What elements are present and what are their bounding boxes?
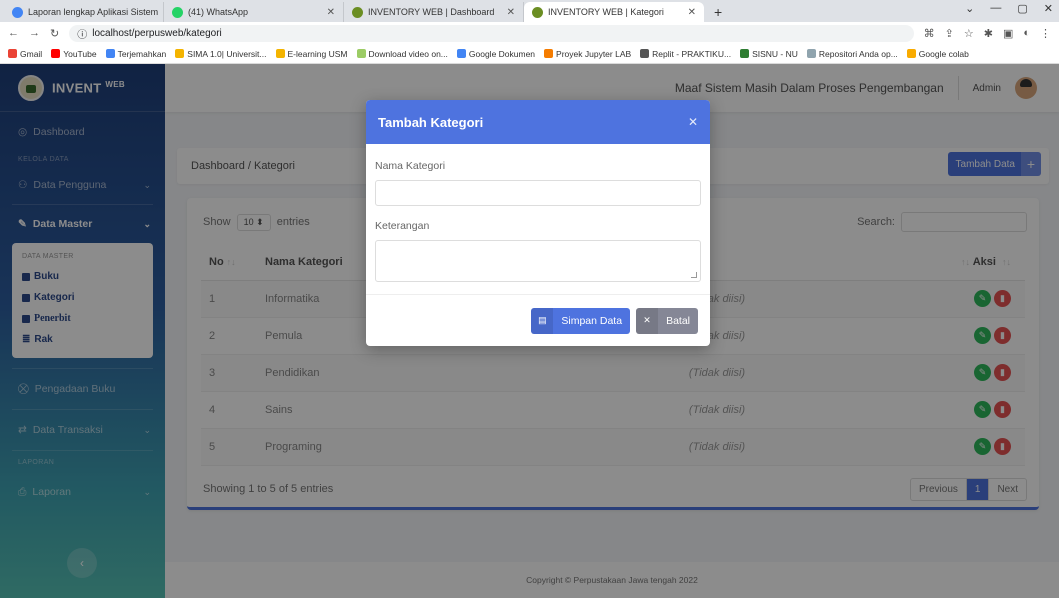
browser-tab[interactable]: (41) WhatsApp ✕	[164, 2, 344, 22]
tab-label: (41) WhatsApp	[188, 7, 249, 17]
nama-kategori-input[interactable]	[375, 180, 701, 206]
window-controls: ⌄ — ▢ ✕	[965, 2, 1053, 15]
minimize-icon[interactable]: —	[990, 2, 1001, 15]
bookmark-icon	[906, 49, 916, 58]
bookmark-label: Terjemahkan	[117, 48, 167, 59]
bookmark-item[interactable]: Google colab	[906, 48, 969, 59]
star-icon[interactable]: ☆	[964, 27, 974, 40]
save-label: Simpan Data	[561, 314, 623, 327]
bookmark-icon	[105, 49, 115, 58]
sidebar-icon[interactable]: ▣	[1003, 27, 1013, 40]
close-icon[interactable]: ✕	[688, 7, 696, 18]
bookmark-icon	[275, 49, 285, 58]
close-icon[interactable]: ✕	[507, 7, 515, 18]
close-window-icon[interactable]: ✕	[1044, 2, 1053, 15]
bookmark-label: Gmail	[20, 48, 43, 59]
menu-icon[interactable]: ⋮	[1040, 27, 1051, 40]
bookmark-label: Replit - PRAKTIKU...	[652, 48, 732, 59]
site-icon	[352, 6, 363, 18]
batal-button[interactable]: ✕ Batal	[636, 307, 698, 334]
cancel-label: Batal	[666, 314, 690, 327]
browser-tab-active[interactable]: INVENTORY WEB | Kategori ✕	[524, 2, 704, 22]
bookmark-label: SISNU - NU	[752, 48, 798, 59]
bookmark-label: SIMA 1.0| Universit...	[187, 48, 267, 59]
modal-header: Tambah Kategori ✕	[366, 100, 710, 144]
bookmark-item[interactable]: Download video on...	[356, 48, 448, 59]
bookmark-icon	[544, 49, 554, 58]
bookmark-label: Repositori Anda op...	[818, 48, 898, 59]
keterangan-label: Keterangan	[375, 220, 430, 232]
bookmark-icon	[356, 49, 366, 58]
reload-icon[interactable]: ↻	[50, 27, 59, 40]
bookmark-item[interactable]: Google Dokumen	[456, 48, 536, 59]
close-icon[interactable]: ✕	[327, 7, 335, 18]
bookmark-item[interactable]: Terjemahkan	[105, 48, 167, 59]
bookmark-label: Download video on...	[368, 48, 448, 59]
url-text: localhost/perpusweb/kategori	[92, 27, 222, 39]
browser-actions: ⌘ ⇪ ☆ ✱ ▣ ◐ ⋮	[924, 27, 1051, 40]
forward-icon[interactable]: →	[29, 27, 40, 39]
browser-tab-bar: Laporan lengkap Aplikasi Sistem ✕ (41) W…	[0, 0, 1059, 22]
bookmark-icon	[806, 49, 816, 58]
bookmark-item[interactable]: Proyek Jupyter LAB	[544, 49, 631, 59]
bookmark-icon	[740, 49, 750, 58]
bookmark-item[interactable]: Replit - PRAKTIKU...	[640, 49, 731, 59]
tab-label: Laporan lengkap Aplikasi Sistem	[28, 7, 159, 17]
bookmark-item[interactable]: Repositori Anda op...	[806, 48, 898, 59]
address-bar-row: ← → ↻ ⓘ localhost/perpusweb/kategori ⌘ ⇪…	[0, 22, 1059, 44]
bookmark-label: Proyek Jupyter LAB	[556, 48, 632, 59]
site-icon	[532, 6, 543, 18]
keterangan-textarea[interactable]	[375, 240, 701, 282]
new-tab-button[interactable]: +	[704, 2, 732, 22]
tab-label: INVENTORY WEB | Dashboard	[368, 7, 495, 17]
bookmark-icon	[640, 49, 650, 58]
extensions-icon[interactable]: ✱	[984, 27, 993, 40]
bookmark-item[interactable]: SIMA 1.0| Universit...	[175, 48, 267, 59]
bookmark-label: Google colab	[918, 48, 969, 59]
browser-tab[interactable]: Laporan lengkap Aplikasi Sistem ✕	[4, 2, 164, 22]
tab-label: INVENTORY WEB | Kategori	[548, 7, 664, 17]
bookmark-icon	[8, 49, 17, 58]
translate-icon[interactable]: ⌘	[924, 27, 935, 40]
browser-tab[interactable]: INVENTORY WEB | Dashboard ✕	[344, 2, 524, 22]
save-icon: ▤	[531, 307, 554, 334]
bookmark-label: YouTube	[63, 48, 97, 59]
close-icon[interactable]: ✕	[688, 115, 698, 129]
nama-kategori-label: Nama Kategori	[375, 160, 446, 172]
info-icon[interactable]: ⓘ	[77, 26, 87, 41]
chrome-icon	[12, 6, 23, 18]
whatsapp-icon	[172, 6, 183, 18]
modal-body: Nama Kategori Keterangan	[366, 144, 710, 282]
share-icon[interactable]: ⇪	[945, 27, 954, 40]
bookmark-item[interactable]: E-learning USM	[275, 48, 348, 59]
url-bar[interactable]: ⓘ localhost/perpusweb/kategori	[69, 24, 914, 42]
bookmark-label: Google Dokumen	[468, 48, 536, 59]
bookmark-label: E-learning USM	[287, 48, 348, 59]
modal-footer: ▤ Simpan Data ✕ Batal	[366, 294, 710, 346]
bookmark-item[interactable]: Gmail	[8, 49, 42, 59]
bookmark-item[interactable]: SISNU - NU	[740, 49, 798, 59]
chevron-down-icon[interactable]: ⌄	[965, 2, 974, 15]
bookmark-icon	[51, 49, 61, 58]
profile-icon[interactable]: ◐	[1023, 27, 1030, 40]
bookmarks-bar: Gmail YouTube Terjemahkan SIMA 1.0| Univers…	[0, 44, 1059, 64]
bookmark-icon	[175, 49, 185, 58]
maximize-icon[interactable]: ▢	[1017, 2, 1027, 15]
bookmark-icon	[456, 49, 466, 58]
bookmark-item[interactable]: YouTube	[51, 48, 97, 59]
simpan-data-button[interactable]: ▤ Simpan Data	[531, 307, 631, 334]
back-icon[interactable]: ←	[8, 27, 19, 39]
modal-title: Tambah Kategori	[378, 114, 484, 130]
tambah-kategori-modal: Tambah Kategori ✕ Nama Kategori Keterang…	[366, 100, 710, 346]
close-icon: ✕	[636, 307, 659, 334]
